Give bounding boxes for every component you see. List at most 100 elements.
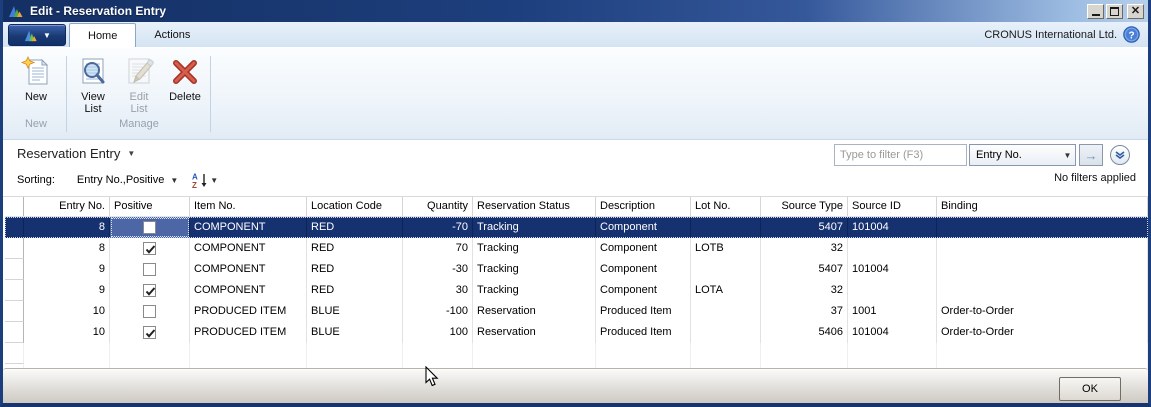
row-selector[interactable]: [5, 301, 24, 322]
column-header-source-id[interactable]: Source ID: [848, 197, 937, 216]
help-icon[interactable]: ?: [1123, 26, 1140, 43]
cell-quantity: -30: [403, 259, 473, 280]
nav-logo-icon: [23, 28, 39, 42]
empty-row: [5, 343, 1148, 364]
edit-list-button-label: EditList: [130, 91, 149, 115]
positive-checkbox[interactable]: [143, 326, 156, 339]
cell-description: Produced Item: [596, 301, 691, 322]
filter-input[interactable]: [834, 144, 967, 166]
edit-list-icon: [123, 56, 155, 88]
tab-actions[interactable]: Actions: [136, 23, 208, 47]
row-selector[interactable]: [5, 280, 24, 301]
sorting-dropdown[interactable]: Entry No.,Positive ▼: [77, 174, 178, 186]
empty-cell: [473, 343, 596, 364]
sorting-value: Entry No.,Positive: [77, 174, 164, 186]
edit-list-button[interactable]: EditList: [116, 54, 162, 126]
sorting-label: Sorting:: [17, 174, 55, 186]
apply-filter-button[interactable]: →: [1079, 144, 1103, 166]
minimize-button[interactable]: [1087, 4, 1104, 19]
table-row[interactable]: 8COMPONENTRED-70TrackingComponent5407101…: [5, 217, 1148, 238]
delete-button[interactable]: Delete: [162, 54, 208, 126]
expand-filter-pane-button[interactable]: [1110, 145, 1130, 165]
cell-source-id: [848, 280, 937, 301]
column-header-binding[interactable]: Binding: [937, 197, 1148, 216]
cell-item-no: COMPONENT: [190, 217, 307, 238]
row-selector[interactable]: [5, 259, 24, 280]
close-button[interactable]: ✕: [1127, 4, 1144, 19]
filter-column-dropdown[interactable]: Entry No. ▼: [969, 144, 1076, 166]
new-button-label: New: [25, 91, 47, 103]
row-selector[interactable]: [5, 217, 24, 238]
row-selector[interactable]: [5, 322, 24, 343]
ok-button[interactable]: OK: [1059, 377, 1121, 401]
positive-checkbox[interactable]: [143, 284, 156, 297]
chevron-down-icon: ▼: [127, 149, 135, 158]
table-row[interactable]: 9COMPONENTRED30TrackingComponentLOTA32: [5, 280, 1148, 301]
table-row[interactable]: 8COMPONENTRED70TrackingComponentLOTB32: [5, 238, 1148, 259]
chevron-down-icon: [1115, 151, 1125, 159]
column-header-item-no[interactable]: Item No.: [190, 197, 307, 216]
cell-binding: [937, 259, 1148, 280]
column-header-positive[interactable]: Positive: [110, 197, 190, 216]
column-header-quantity[interactable]: Quantity: [403, 197, 473, 216]
view-list-icon: [77, 56, 109, 88]
ribbon-group-separator: [210, 56, 211, 132]
view-list-button[interactable]: ViewList: [70, 54, 116, 126]
column-header-entry-no[interactable]: Entry No.: [24, 197, 110, 216]
positive-checkbox[interactable]: [143, 242, 156, 255]
nav-app-icon: [8, 3, 24, 19]
empty-cell: [761, 343, 848, 364]
cell-source-type: 5406: [761, 322, 848, 343]
empty-cell: [848, 343, 937, 364]
page-toolbar: Reservation Entry ▼ Entry No. ▼ → Sortin…: [3, 140, 1148, 197]
new-button[interactable]: New: [13, 54, 59, 126]
page-title-menu[interactable]: Reservation Entry ▼: [17, 146, 135, 161]
positive-checkbox[interactable]: [143, 263, 156, 276]
table-row[interactable]: 10PRODUCED ITEMBLUE100ReservationProduce…: [5, 322, 1148, 343]
sort-order-button[interactable]: A Z ▼: [192, 172, 218, 188]
cell-item-no: PRODUCED ITEM: [190, 301, 307, 322]
positive-checkbox[interactable]: [143, 305, 156, 318]
cell-source-id: 101004: [848, 217, 937, 238]
empty-cell: [307, 343, 403, 364]
column-header-location-code[interactable]: Location Code: [307, 197, 403, 216]
cell-reservation-status: Tracking: [473, 238, 596, 259]
cell-source-type: 5407: [761, 259, 848, 280]
filter-column-value: Entry No.: [970, 149, 1060, 161]
maximize-button[interactable]: [1106, 4, 1123, 19]
row-selector: [5, 343, 24, 364]
cell-item-no: COMPONENT: [190, 280, 307, 301]
cell-lot-no: LOTB: [691, 238, 761, 259]
cell-source-id: 1001: [848, 301, 937, 322]
cell-entry-no: 10: [24, 301, 110, 322]
positive-checkbox[interactable]: [143, 221, 156, 234]
column-header-lot-no[interactable]: Lot No.: [691, 197, 761, 216]
cell-description: Produced Item: [596, 322, 691, 343]
column-header-description[interactable]: Description: [596, 197, 691, 216]
title-bar: Edit - Reservation Entry ✕: [0, 0, 1151, 22]
cell-source-type: 5407: [761, 217, 848, 238]
footer-bar: OK: [3, 368, 1148, 403]
row-selector[interactable]: [5, 238, 24, 259]
application-menu-button[interactable]: ▼: [8, 24, 66, 46]
cell-item-no: COMPONENT: [190, 259, 307, 280]
cell-reservation-status: Tracking: [473, 259, 596, 280]
svg-text:?: ?: [1128, 30, 1134, 41]
cell-binding: [937, 217, 1148, 238]
filter-status: No filters applied: [1054, 172, 1136, 184]
page-title: Reservation Entry: [17, 146, 120, 161]
cell-description: Component: [596, 259, 691, 280]
column-header-reservation-status[interactable]: Reservation Status: [473, 197, 596, 216]
column-header-source-type[interactable]: Source Type: [761, 197, 848, 216]
company-name: CRONUS International Ltd.: [984, 29, 1117, 41]
cell-lot-no: LOTA: [691, 280, 761, 301]
table-row[interactable]: 9COMPONENTRED-30TrackingComponent5407101…: [5, 259, 1148, 280]
table-row[interactable]: 10PRODUCED ITEMBLUE-100ReservationProduc…: [5, 301, 1148, 322]
close-icon: ✕: [1131, 6, 1140, 17]
reservation-entry-window: Edit - Reservation Entry ✕ ▼ Home Action…: [0, 0, 1151, 407]
tab-home[interactable]: Home: [69, 23, 136, 47]
cell-location-code: RED: [307, 217, 403, 238]
cell-item-no: COMPONENT: [190, 238, 307, 259]
cell-lot-no: [691, 259, 761, 280]
row-selector-header[interactable]: [5, 197, 24, 216]
